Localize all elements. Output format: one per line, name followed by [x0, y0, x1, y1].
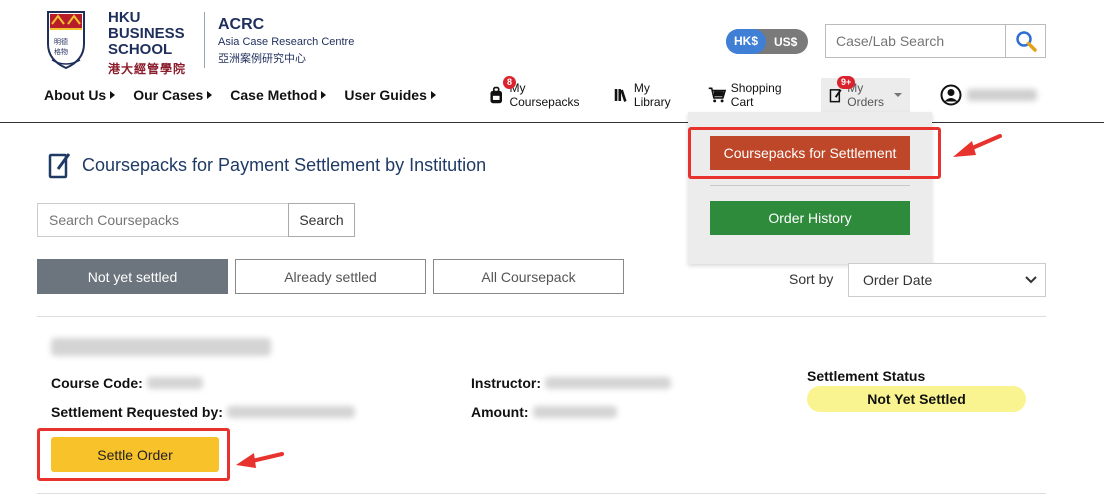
- tab-not-yet-settled[interactable]: Not yet settled: [37, 259, 228, 294]
- search-icon: [1015, 31, 1037, 52]
- user-avatar-icon: [940, 84, 962, 106]
- acrc-chinese-name: 亞洲案例研究中心: [218, 53, 306, 65]
- clipboard-pencil-icon: [48, 153, 71, 179]
- user-name-redacted: [967, 89, 1037, 101]
- status-badge: Not Yet Settled: [807, 386, 1026, 412]
- currency-hkd[interactable]: HK$: [726, 29, 767, 54]
- settlement-requested-field: Settlement Requested by:: [51, 404, 355, 420]
- caret-right-icon: [321, 91, 327, 99]
- nav-about-us[interactable]: About Us: [44, 87, 116, 103]
- tab-already-settled[interactable]: Already settled: [235, 259, 426, 294]
- list-divider-top: [37, 316, 1046, 317]
- annotation-box-settlement: [688, 127, 941, 179]
- backpack-icon: [490, 86, 502, 104]
- caret-right-icon: [207, 91, 213, 99]
- my-library-link[interactable]: My Library: [614, 78, 676, 112]
- caret-right-icon: [430, 91, 436, 99]
- orders-badge: 9+: [837, 76, 856, 89]
- dropdown-divider: [710, 185, 910, 186]
- my-orders-link[interactable]: 9+ My Orders: [821, 76, 910, 112]
- currency-usd[interactable]: US$: [766, 35, 805, 49]
- sort-select[interactable]: Order Date: [848, 263, 1046, 297]
- instructor-label: Instructor:: [471, 375, 541, 391]
- hku-business-school-wordmark[interactable]: HKU BUSINESS SCHOOL 港大經管學院: [108, 10, 186, 77]
- case-search-input[interactable]: [825, 24, 1007, 58]
- shopping-cart-link[interactable]: Shopping Cart: [708, 78, 788, 112]
- nav-case-method[interactable]: Case Method: [230, 87, 327, 103]
- my-coursepacks-link[interactable]: 8 My Coursepacks: [488, 76, 583, 112]
- list-divider-bottom: [37, 493, 1046, 494]
- coursepacks-badge: 8: [503, 76, 517, 89]
- logo-divider: [204, 12, 205, 68]
- tab-all-coursepack[interactable]: All Coursepack: [433, 259, 624, 294]
- user-account-link[interactable]: [940, 78, 1037, 112]
- header-divider: [0, 122, 1104, 123]
- page-title: Coursepacks for Payment Settlement by In…: [48, 151, 486, 179]
- chevron-down-icon: [1025, 276, 1037, 284]
- page-title-text: Coursepacks for Payment Settlement by In…: [82, 154, 487, 175]
- nav-user-guides[interactable]: User Guides: [344, 87, 436, 103]
- shopping-cart-label: Shopping Cart: [730, 81, 782, 109]
- search-button[interactable]: [1005, 24, 1046, 58]
- hku-crest-logo: 明德 格物: [47, 11, 85, 70]
- annotation-box-settle-order: [37, 428, 230, 481]
- nav-our-cases[interactable]: Our Cases: [133, 87, 213, 103]
- my-coursepacks-label: My Coursepacks: [509, 81, 580, 109]
- settlement-status-label: Settlement Status: [807, 368, 926, 384]
- course-code-redacted: [146, 377, 203, 389]
- shopping-cart-icon: [708, 87, 726, 103]
- requester-redacted: [226, 406, 355, 418]
- course-code-field: Course Code:: [51, 375, 203, 391]
- instructor-field: Instructor:: [471, 375, 671, 391]
- settlement-requested-label: Settlement Requested by:: [51, 404, 223, 420]
- hku-line2: BUSINESS: [108, 25, 185, 42]
- svg-text:格物: 格物: [54, 47, 68, 56]
- coursepack-search-button[interactable]: Search: [288, 203, 355, 237]
- hku-line3: SCHOOL: [108, 41, 173, 58]
- acrc-wordmark[interactable]: ACRC Asia Case Research Centre 亞洲案例研究中心: [218, 16, 354, 66]
- annotation-arrow-icon: [953, 134, 1002, 157]
- main-nav: About Us Our Cases Case Method User Guid…: [44, 87, 436, 103]
- hku-chinese-name: 港大經管學院: [108, 62, 187, 76]
- amount-field: Amount:: [471, 404, 617, 420]
- amount-redacted: [532, 406, 617, 418]
- annotation-arrow-icon: [236, 452, 284, 468]
- currency-toggle[interactable]: HK$ US$: [726, 29, 808, 54]
- coursepack-title-redacted: [51, 338, 271, 356]
- acrc-subtitle: Asia Case Research Centre: [218, 36, 355, 48]
- my-library-label: My Library: [633, 81, 671, 109]
- chevron-down-icon: [893, 93, 902, 97]
- sort-selected-value: Order Date: [863, 272, 933, 288]
- hku-line1: HKU: [108, 9, 141, 26]
- amount-label: Amount:: [471, 404, 529, 420]
- library-books-icon: [614, 89, 627, 102]
- course-code-label: Course Code:: [51, 375, 143, 391]
- order-history-button[interactable]: Order History: [710, 201, 910, 235]
- acrc-title: ACRC: [218, 16, 265, 33]
- svg-text:明德: 明德: [54, 37, 68, 46]
- sort-label: Sort by: [789, 271, 834, 287]
- coursepack-search-input[interactable]: [37, 203, 289, 237]
- caret-right-icon: [110, 91, 116, 99]
- instructor-redacted: [545, 377, 671, 389]
